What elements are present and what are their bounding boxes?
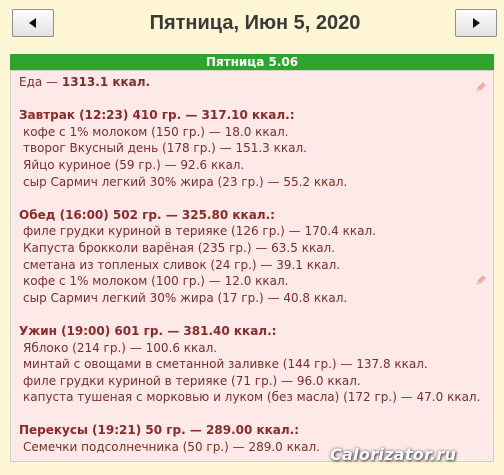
meal-title-snacks: Перекусы (19:21) 50 гр. — 289.00 ккал.: xyxy=(19,423,300,438)
left-arrow-icon xyxy=(29,18,36,28)
day-header: Пятница 5.06 xyxy=(10,54,494,70)
diary-content: Еда — 1313.1 ккал. Завтрак (12:23) 410 г… xyxy=(19,74,487,456)
total-food-value: 1313.1 ккал. xyxy=(61,75,151,89)
meal-item: сыр Сармич легкий 30% жира (23 гр.) — 55… xyxy=(23,174,348,189)
meal-item: филе грудки куриной в терияке (71 гр.) —… xyxy=(23,373,361,388)
previous-day-button[interactable] xyxy=(12,9,54,37)
meal-item: филе грудки куриной в терияке (126 гр.) … xyxy=(23,224,376,239)
food-diary-panel: Еда — 1313.1 ккал. Завтрак (12:23) 410 г… xyxy=(10,70,494,462)
meal-item: Яблоко (214 гр.) — 100.6 ккал. xyxy=(23,340,218,355)
meal-title-breakfast: Завтрак (12:23) 410 гр. — 317.10 ккал.: xyxy=(19,108,295,123)
meal-item: Яйцо куриное (59 гр.) — 92.6 ккал. xyxy=(23,157,245,172)
meal-item: Капуста брокколи варёная (235 гр.) — 63.… xyxy=(23,240,336,255)
meal-item: кофе с 1% молоком (100 гр.) — 12.0 ккал. xyxy=(23,274,289,289)
meal-title-lunch: Обед (16:00) 502 гр. — 325.80 ккал.: xyxy=(19,207,275,222)
watermark-logo: Calorizator.ru xyxy=(330,445,457,464)
total-food-line: Еда — 1313.1 ккал. xyxy=(19,74,487,91)
meal-item: сыр Сармич легкий 30% жира (17 гр.) — 40… xyxy=(23,290,348,305)
meal-item: минтай с овощами в сметанной заливке (14… xyxy=(23,357,428,372)
next-day-button[interactable] xyxy=(455,9,497,37)
meal-title-dinner: Ужин (19:00) 601 гр. — 381.40 ккал.: xyxy=(19,323,277,338)
meal-item: сметана из топленых сливок (24 гр.) — 39… xyxy=(23,257,341,272)
date-title: Пятница, Июн 5, 2020 xyxy=(149,12,361,34)
meal-item: творог Вкусный день (178 гр.) — 151.3 кк… xyxy=(23,141,307,156)
total-food-label: Еда — xyxy=(19,75,62,89)
meal-item: кофе с 1% молоком (150 гр.) — 18.0 ккал. xyxy=(23,124,289,139)
meal-item: капуста тушеная с морковью и луком (без … xyxy=(23,390,481,405)
right-arrow-icon xyxy=(473,18,480,28)
